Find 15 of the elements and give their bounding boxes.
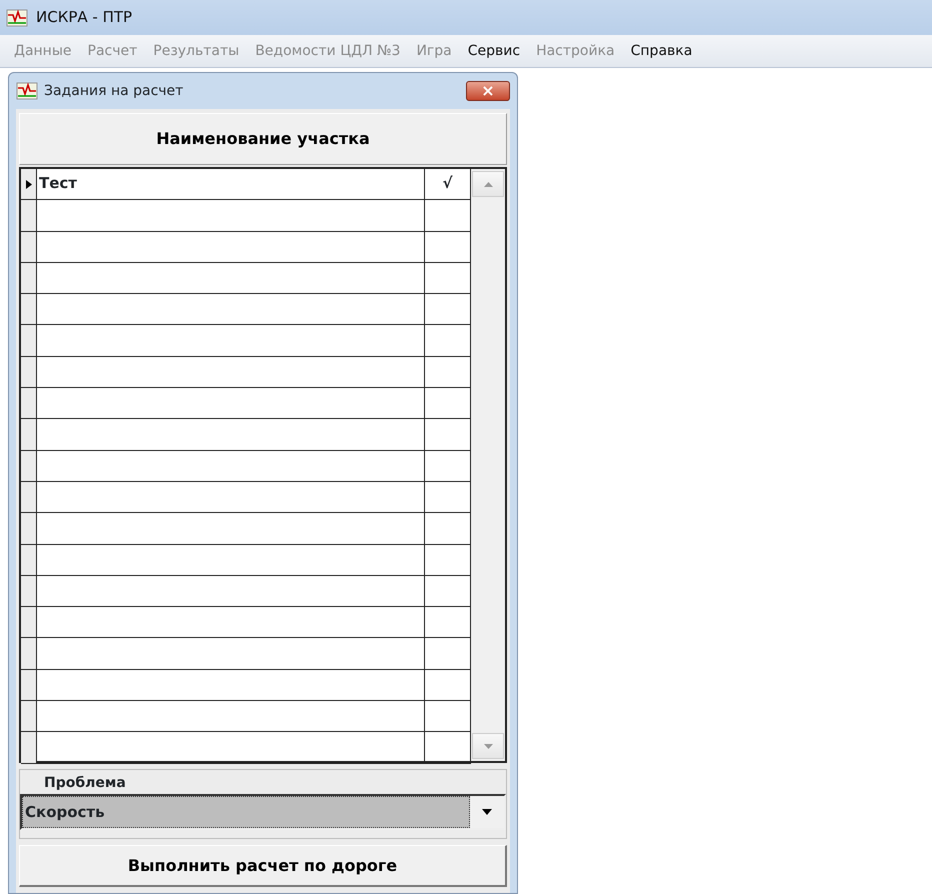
table-cell: Тест <box>37 169 425 200</box>
problem-dropdown[interactable]: Скорость <box>20 794 506 830</box>
column-header[interactable]: Наименование участка <box>19 113 507 165</box>
menu-item[interactable]: Сервис <box>460 40 528 62</box>
window-title: ИСКРА - ПТР <box>36 7 132 28</box>
scrollbar[interactable] <box>471 169 505 761</box>
scroll-down-icon <box>484 744 492 748</box>
dialog-title: Задания на расчет <box>44 82 184 100</box>
app-icon <box>16 82 38 100</box>
run-button[interactable]: Выполнить расчет по дороге <box>19 845 507 887</box>
dropdown-arrow-icon <box>482 809 492 815</box>
menu-item[interactable]: Справка <box>622 40 700 62</box>
close-button[interactable]: × <box>466 81 510 101</box>
scroll-up-icon <box>484 182 492 186</box>
app-icon <box>6 8 28 26</box>
